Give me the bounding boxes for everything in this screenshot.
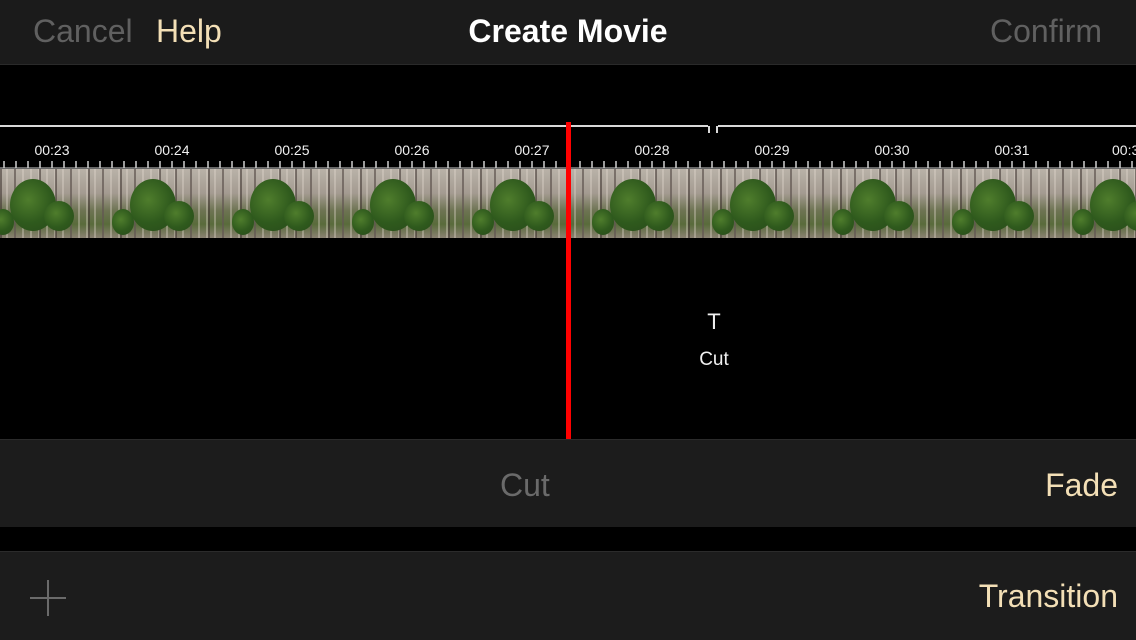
- filmstrip-frame: [352, 169, 472, 238]
- filmstrip-frame: [0, 169, 112, 238]
- filmstrip-frame: [232, 169, 352, 238]
- playhead[interactable]: [566, 122, 571, 440]
- transition-marker-icon[interactable]: T: [703, 309, 725, 335]
- cut-option-button[interactable]: Cut: [500, 466, 550, 504]
- filmstrip-frame: [592, 169, 712, 238]
- ruler-time-label: 00:30: [874, 142, 909, 158]
- ruler-time-label: 00:26: [394, 142, 429, 158]
- ruler-time-label: 00:27: [514, 142, 549, 158]
- transition-marker-label: Cut: [699, 349, 729, 370]
- filmstrip-frame: [472, 169, 592, 238]
- separator: [0, 527, 1136, 551]
- ruler-time-label: 00:28: [634, 142, 669, 158]
- plus-icon[interactable]: [30, 580, 66, 616]
- navigation-bar: Cancel Help Create Movie Confirm: [0, 0, 1136, 65]
- confirm-button[interactable]: Confirm: [990, 12, 1102, 50]
- ruler-time-label: 00:24: [154, 142, 189, 158]
- filmstrip-frame: [832, 169, 952, 238]
- ruler-time-label: 00:3: [1112, 142, 1136, 158]
- transition-button[interactable]: Transition: [979, 577, 1118, 615]
- filmstrip-frame: [952, 169, 1072, 238]
- ruler-time-label: 00:23: [34, 142, 69, 158]
- filmstrip-frame: [712, 169, 832, 238]
- ruler-time-label: 00:29: [754, 142, 789, 158]
- transition-options-bar: Cut Fade: [0, 439, 1136, 528]
- filmstrip-frame: [1072, 169, 1136, 238]
- ruler-time-label: 00:31: [994, 142, 1029, 158]
- create-movie-screen: Cancel Help Create Movie Confirm 00:23 00…: [0, 0, 1136, 640]
- filmstrip-frame: [112, 169, 232, 238]
- fade-option-button[interactable]: Fade: [1045, 466, 1118, 504]
- page-title: Create Movie: [468, 13, 668, 49]
- ruler-time-label: 00:25: [274, 142, 309, 158]
- bottom-toolbar: Transition: [0, 551, 1136, 640]
